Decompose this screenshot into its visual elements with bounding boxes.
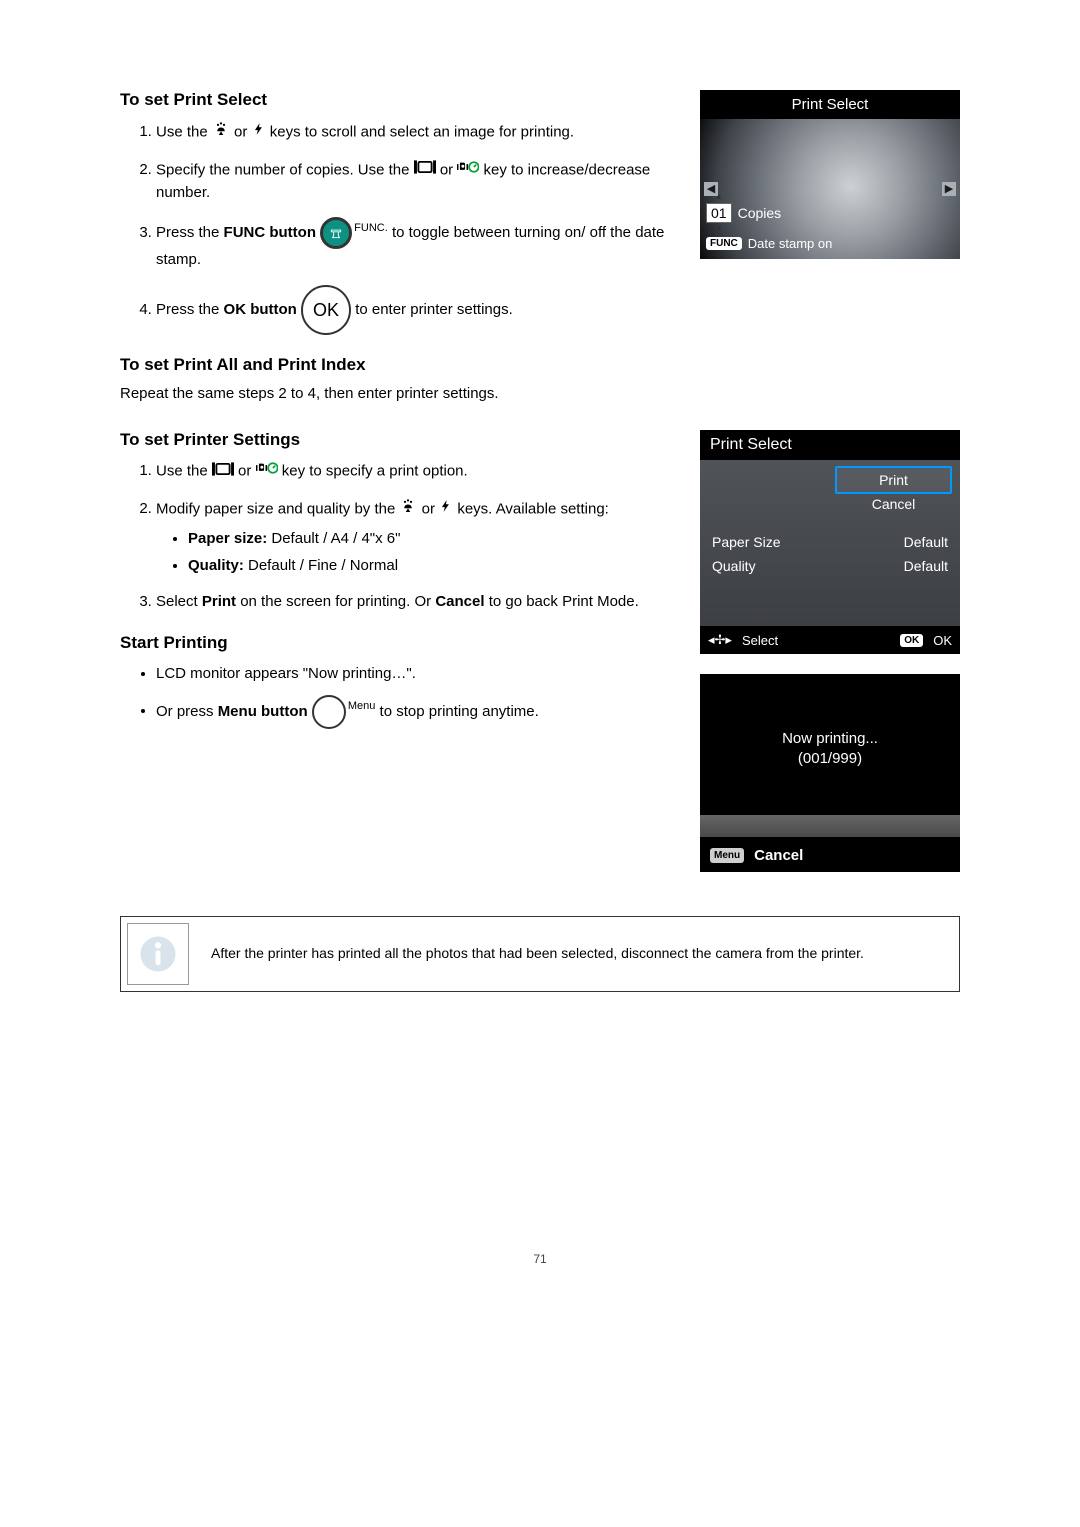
printing-text: Now printing... xyxy=(700,729,960,749)
menu-button-icon xyxy=(312,695,346,729)
menu-label: Menu xyxy=(348,700,376,712)
lcd-title: Print Select xyxy=(700,430,960,460)
step: Use the or key to specify a print option… xyxy=(156,460,670,483)
timer-icon xyxy=(457,159,479,182)
print-selection: Print xyxy=(835,466,952,494)
heading-print-all-index: To set Print All and Print Index xyxy=(120,355,670,375)
nav-arrows-icon: ◂✢▸ xyxy=(708,632,732,648)
macro-icon xyxy=(399,497,417,522)
copies-number: 01 xyxy=(711,205,727,221)
paper-size-row: Paper Size Default xyxy=(712,530,948,554)
func-label: FUNC. xyxy=(354,222,388,234)
macro-icon xyxy=(212,120,230,145)
heading-start-printing: Start Printing xyxy=(120,633,670,653)
step: Specify the number of copies. Use the or… xyxy=(156,159,670,204)
paper-size-label: Paper size: xyxy=(188,530,267,547)
lcd-now-printing: Now printing... (001/999) Menu Cancel xyxy=(700,674,960,872)
lcd-image-preview: ◀ ▶ ▴ 01 ▾ Copies FUNC Date stamp on xyxy=(700,119,960,259)
info-note: After the printer has printed all the ph… xyxy=(120,916,960,992)
text: Specify the number of copies. Use the xyxy=(156,161,414,178)
text: or xyxy=(234,123,252,140)
text: Press the xyxy=(156,301,224,318)
printing-progress: (001/999) xyxy=(700,749,960,769)
step: Use the or keys to scroll and select an … xyxy=(156,120,670,145)
quality-row: Quality Default xyxy=(712,554,948,578)
quality-value: Default xyxy=(904,558,948,574)
quality-key: Quality xyxy=(712,558,756,574)
info-icon xyxy=(127,923,189,985)
text: or xyxy=(422,500,440,517)
sub-item: Quality: Default / Fine / Normal xyxy=(188,555,670,577)
progress-bar xyxy=(700,815,960,837)
text: Press the xyxy=(156,224,224,241)
step: Press the FUNC button FUNC. to toggle be… xyxy=(156,217,670,271)
sub-item: Paper size: Default / A4 / 4"x 6" xyxy=(188,528,670,550)
step: Press the OK button OK to enter printer … xyxy=(156,285,670,335)
text: on the screen for printing. Or xyxy=(240,593,435,610)
step: Modify paper size and quality by the or … xyxy=(156,497,670,577)
paper-size-values: Default / A4 / 4"x 6" xyxy=(267,530,400,547)
func-pill: FUNC xyxy=(706,237,742,250)
ok-label: OK xyxy=(933,633,952,648)
list-item: LCD monitor appears "Now printing…". xyxy=(156,663,670,685)
lcd-printer-settings: Print Select Print Cancel Paper Size Def… xyxy=(700,430,960,654)
text: Select xyxy=(156,593,202,610)
lcd-title: Print Select xyxy=(700,90,960,119)
page-number: 71 xyxy=(120,1252,960,1266)
paper-size-key: Paper Size xyxy=(712,534,780,550)
note-text: After the printer has printed all the ph… xyxy=(211,944,864,962)
list-item: Or press Menu button Menu to stop printi… xyxy=(156,695,670,729)
text: key to specify a print option. xyxy=(282,462,468,479)
flash-icon xyxy=(252,120,266,145)
menu-button-label: Menu button xyxy=(218,702,308,719)
cancel-selection: Cancel xyxy=(835,496,952,512)
flash-icon xyxy=(439,497,453,522)
text: Use the xyxy=(156,462,212,479)
date-stamp-row: FUNC Date stamp on xyxy=(706,236,832,251)
text: or xyxy=(440,161,458,178)
cancel-label: Cancel xyxy=(754,847,803,864)
date-stamp-label: Date stamp on xyxy=(748,236,833,251)
ok-button-icon: OK xyxy=(301,285,351,335)
menu-pill: Menu xyxy=(710,848,744,863)
chevron-up-icon: ▴ xyxy=(716,192,721,202)
ok-pill: OK xyxy=(900,634,923,647)
text: to enter printer settings. xyxy=(355,301,513,318)
cancel-label: Cancel xyxy=(435,593,484,610)
quality-label: Quality: xyxy=(188,557,244,574)
func-button-icon xyxy=(320,217,352,249)
quality-values: Default / Fine / Normal xyxy=(244,557,398,574)
copies-value: ▴ 01 ▾ xyxy=(706,203,732,223)
copies-row: ▴ 01 ▾ Copies xyxy=(706,203,781,223)
timer-icon xyxy=(256,460,278,483)
select-label: Select xyxy=(742,633,778,648)
text: keys to scroll and select an image for p… xyxy=(270,123,574,140)
func-button-label: FUNC button xyxy=(224,224,316,241)
print-label: Print xyxy=(202,593,236,610)
paragraph: Repeat the same steps 2 to 4, then enter… xyxy=(120,385,670,402)
step: Select Print on the screen for printing.… xyxy=(156,591,670,613)
paper-size-value: Default xyxy=(904,534,948,550)
lcd-print-select-preview: Print Select ◀ ▶ ▴ 01 ▾ Copies FUNC xyxy=(700,90,960,259)
text: Use the xyxy=(156,123,212,140)
text: keys. Available setting: xyxy=(457,500,608,517)
chevron-down-icon: ▾ xyxy=(716,224,721,234)
next-arrow-icon: ▶ xyxy=(942,182,956,196)
text: Or press xyxy=(156,702,218,719)
text: Modify paper size and quality by the xyxy=(156,500,399,517)
text: or xyxy=(238,462,256,479)
text: to go back Print Mode. xyxy=(489,593,639,610)
ok-button-label: OK button xyxy=(224,301,297,318)
heading-print-select: To set Print Select xyxy=(120,90,670,110)
display-icon xyxy=(414,159,436,181)
heading-printer-settings: To set Printer Settings xyxy=(120,430,670,450)
text: to stop printing anytime. xyxy=(380,702,539,719)
copies-label: Copies xyxy=(738,205,782,221)
display-icon xyxy=(212,461,234,483)
